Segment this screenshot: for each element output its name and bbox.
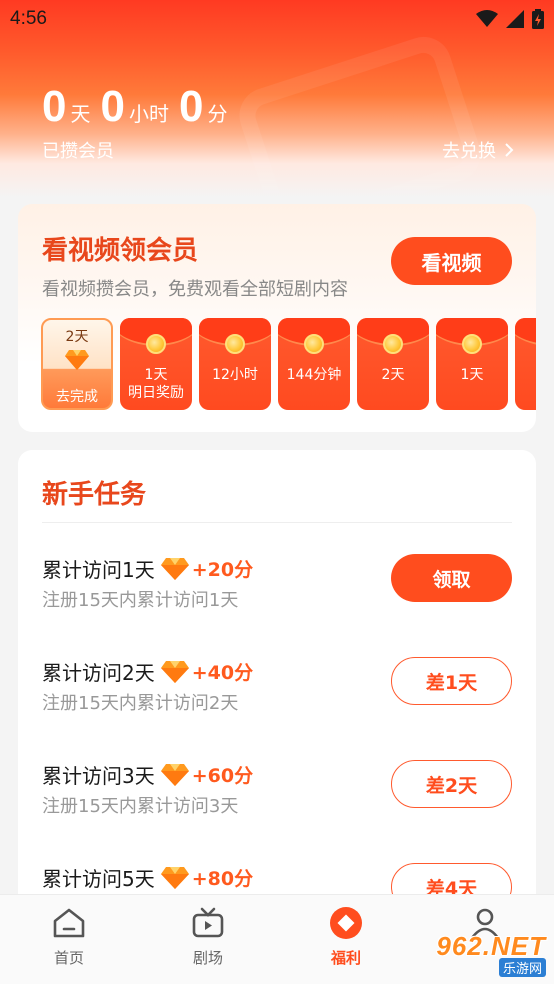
claim-button[interactable]: 领取 — [391, 554, 512, 602]
days-unit: 天 — [70, 102, 91, 126]
reward-day-amount: 1天 — [144, 367, 168, 383]
reward-day-5[interactable]: 2天 — [357, 318, 429, 410]
reward-day-amount: 1天 — [460, 367, 484, 383]
task-points: +20分 — [191, 559, 254, 581]
reward-day-6[interactable]: 1天 — [436, 318, 508, 410]
coin-icon — [383, 334, 403, 354]
newbie-tasks-title: 新手任务 — [42, 480, 147, 510]
task-name: 累计访问3天 — [42, 764, 155, 788]
tab-label: 剧场 — [192, 949, 223, 967]
tab-label: 首页 — [53, 949, 84, 967]
site-watermark: 962.NET 乐游网 — [408, 931, 546, 977]
task-points: +40分 — [191, 662, 254, 684]
battery-icon — [532, 9, 544, 29]
hours-unit: 小时 — [128, 102, 169, 126]
coin-icon — [225, 334, 245, 354]
reward-day-amount: 144分钟 — [286, 367, 342, 383]
exchange-label: 去兑换 — [442, 141, 496, 162]
signal-icon — [506, 10, 524, 28]
reward-day-status: 去完成 — [56, 389, 98, 405]
membership-time-display: 0 天 0 小时 0 分 — [42, 82, 237, 132]
diamond-icon — [160, 557, 189, 580]
diamond-icon — [160, 866, 189, 889]
task-progress-button[interactable]: 差1天 — [391, 657, 512, 705]
chevron-right-icon — [505, 143, 514, 157]
exchange-link[interactable]: 去兑换 — [442, 137, 514, 163]
coin-icon — [462, 334, 482, 354]
status-bar: 4:56 — [0, 0, 554, 38]
task-name: 累计访问1天 — [42, 558, 155, 582]
reward-day-note: 明日奖励 — [128, 385, 184, 401]
task-name: 累计访问5天 — [42, 867, 155, 891]
task-points: +80分 — [191, 868, 254, 890]
reward-day-2[interactable]: 1天 明日奖励 — [120, 318, 192, 410]
watch-video-title: 看视频领会员 — [42, 236, 199, 266]
tab-theater[interactable]: 剧场 — [168, 905, 248, 968]
wifi-icon — [476, 10, 498, 27]
bottom-tab-bar: 首页 剧场 福利 962.NET 乐游网 — [0, 894, 554, 984]
task-points: +60分 — [191, 765, 254, 787]
minutes-value: 0 — [178, 82, 204, 131]
reward-day-amount: 12小时 — [212, 367, 258, 383]
newbie-tasks-card: 新手任务 累计访问1天 +20分 注册15天内累计访问1天 领取 累计访问2天 … — [18, 450, 536, 911]
days-value: 0 — [42, 82, 67, 131]
task-description: 注册15天内累计访问2天 — [42, 693, 239, 714]
watch-video-button[interactable]: 看视频 — [391, 237, 512, 285]
watermark-subtext: 乐游网 — [498, 958, 546, 977]
diamond-icon — [160, 763, 189, 786]
reward-day-amount: 2天 — [65, 329, 89, 345]
tab-home[interactable]: 首页 — [29, 905, 109, 968]
task-item: 累计访问3天 +60分 注册15天内累计访问3天 差2天 — [42, 760, 512, 840]
home-icon — [53, 908, 85, 938]
diamond-icon — [65, 350, 89, 374]
watch-video-card: 看视频领会员 看视频攒会员，免费观看全部短剧内容 看视频 2天 去完成 1天 明… — [18, 204, 536, 432]
daily-reward-row[interactable]: 2天 去完成 1天 明日奖励 12小时 144分钟 2天 1天 — [41, 318, 536, 412]
reward-day-3[interactable]: 12小时 — [199, 318, 271, 410]
minutes-unit: 分 — [207, 102, 228, 126]
coin-icon — [146, 334, 166, 354]
task-item: 累计访问1天 +20分 注册15天内累计访问1天 领取 — [42, 554, 512, 634]
task-item: 累计访问2天 +40分 注册15天内累计访问2天 差1天 — [42, 657, 512, 737]
status-icons — [476, 9, 544, 29]
reward-day-1[interactable]: 2天 去完成 — [41, 318, 113, 410]
diamond-icon — [160, 660, 189, 683]
task-description: 注册15天内累计访问1天 — [42, 590, 239, 611]
coin-icon — [304, 334, 324, 354]
task-progress-button[interactable]: 差2天 — [391, 760, 512, 808]
reward-day-amount: 1 — [515, 366, 536, 384]
tv-icon — [192, 907, 224, 938]
tab-label: 福利 — [330, 949, 361, 967]
reward-day-amount: 2天 — [381, 367, 405, 383]
reward-day-7[interactable]: 1 — [515, 318, 536, 410]
watch-video-subtitle: 看视频攒会员，免费观看全部短剧内容 — [42, 279, 348, 300]
status-time: 4:56 — [10, 8, 47, 29]
saved-membership-label: 已攒会员 — [42, 141, 114, 162]
reward-day-4[interactable]: 144分钟 — [278, 318, 350, 410]
hours-value: 0 — [100, 82, 125, 131]
divider — [42, 522, 512, 523]
task-name: 累计访问2天 — [42, 661, 155, 685]
tab-welfare[interactable]: 福利 — [306, 905, 386, 968]
welfare-icon — [330, 907, 362, 939]
task-description: 注册15天内累计访问3天 — [42, 796, 239, 817]
